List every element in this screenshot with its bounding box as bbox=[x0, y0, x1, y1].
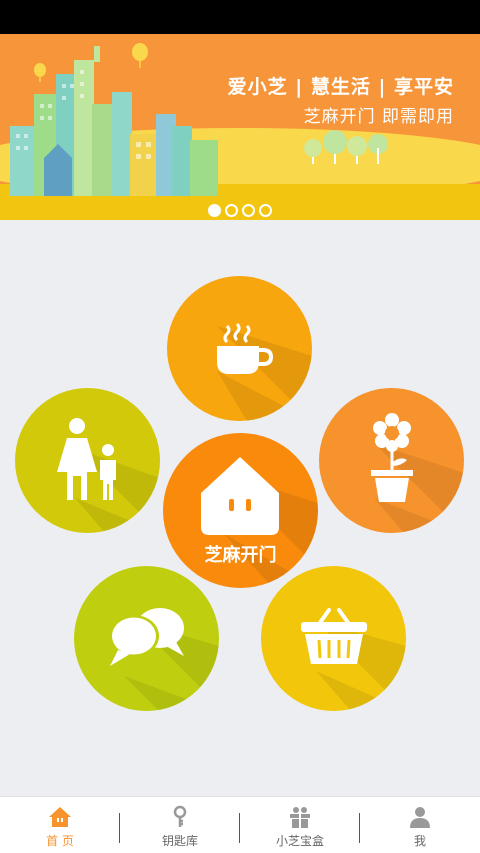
tab-home[interactable]: 首 页 bbox=[0, 797, 120, 853]
status-bar bbox=[0, 0, 480, 34]
pager-dot[interactable] bbox=[225, 204, 238, 217]
coffee-feature-button[interactable] bbox=[167, 276, 312, 421]
shopping-basket-icon bbox=[301, 608, 367, 664]
chat-feature-button[interactable] bbox=[74, 566, 219, 711]
banner-pager bbox=[0, 204, 480, 217]
tab-gift-box[interactable]: 小芝宝盒 bbox=[240, 797, 360, 853]
home-icon bbox=[49, 807, 71, 827]
house-icon bbox=[201, 457, 279, 535]
home-feature-label: 芝麻开门 bbox=[204, 545, 277, 566]
tab-me[interactable]: 我 bbox=[360, 797, 480, 853]
tab-keys-label: 钥匙库 bbox=[161, 834, 198, 848]
person-icon bbox=[410, 807, 430, 828]
potted-flower-icon bbox=[371, 413, 413, 502]
pager-dot-active[interactable] bbox=[208, 204, 221, 217]
family-icon bbox=[57, 418, 116, 500]
pager-dot[interactable] bbox=[242, 204, 255, 217]
family-feature-button[interactable] bbox=[15, 388, 160, 533]
tab-home-label: 首 页 bbox=[46, 834, 74, 848]
key-icon bbox=[173, 805, 187, 827]
promo-banner[interactable]: 爱小芝 | 慧生活 | 享平安 芝麻开门 即需即用 bbox=[0, 34, 480, 220]
flower-feature-button[interactable] bbox=[319, 388, 464, 533]
coffee-cup-icon bbox=[217, 322, 273, 374]
chat-bubbles-icon bbox=[109, 608, 184, 666]
home-open-door-button[interactable]: 芝麻开门 bbox=[163, 433, 318, 588]
banner-subtitle: 芝麻开门 即需即用 bbox=[303, 107, 454, 127]
pager-dot[interactable] bbox=[259, 204, 272, 217]
tab-keys[interactable]: 钥匙库 bbox=[120, 797, 240, 853]
tab-me-label: 我 bbox=[413, 834, 426, 848]
tab-gift-box-label: 小芝宝盒 bbox=[275, 834, 324, 848]
bottom-tab-bar: 首 页 钥匙库 小芝宝盒 我 bbox=[0, 796, 480, 853]
gift-box-icon bbox=[290, 807, 310, 828]
banner-title: 爱小芝 | 慧生活 | 享平安 bbox=[227, 76, 454, 98]
basket-feature-button[interactable] bbox=[261, 566, 406, 711]
city-skyline-illustration bbox=[10, 43, 388, 196]
